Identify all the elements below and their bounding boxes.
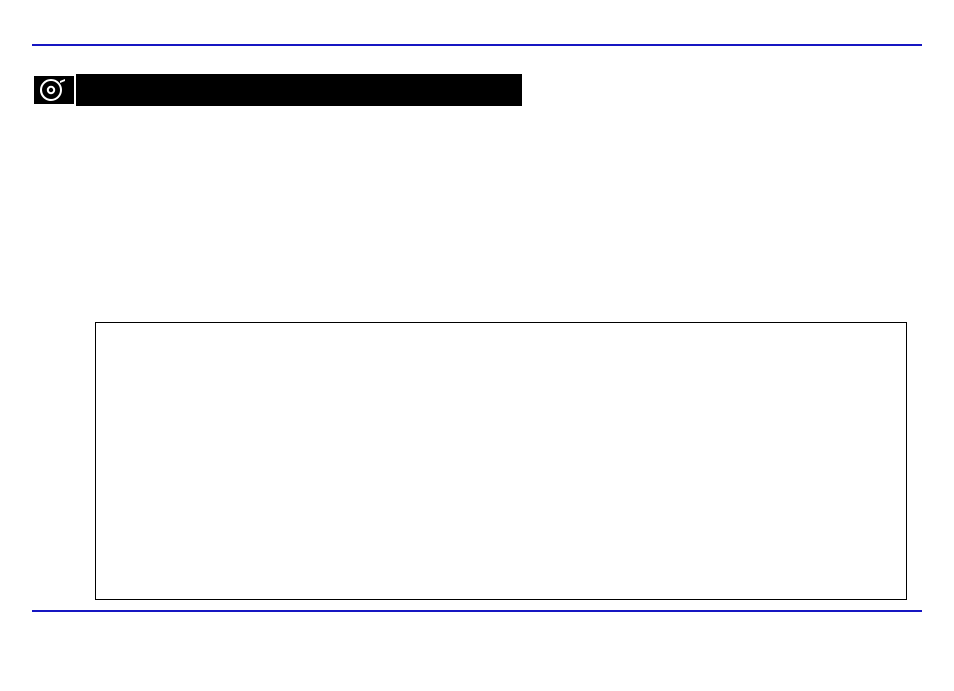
- disc-icon: [32, 74, 76, 106]
- section-header-bar: [32, 74, 522, 106]
- top-rule: [32, 44, 922, 46]
- content-box: [95, 322, 907, 600]
- document-page: [0, 0, 954, 691]
- bottom-rule: [32, 610, 922, 612]
